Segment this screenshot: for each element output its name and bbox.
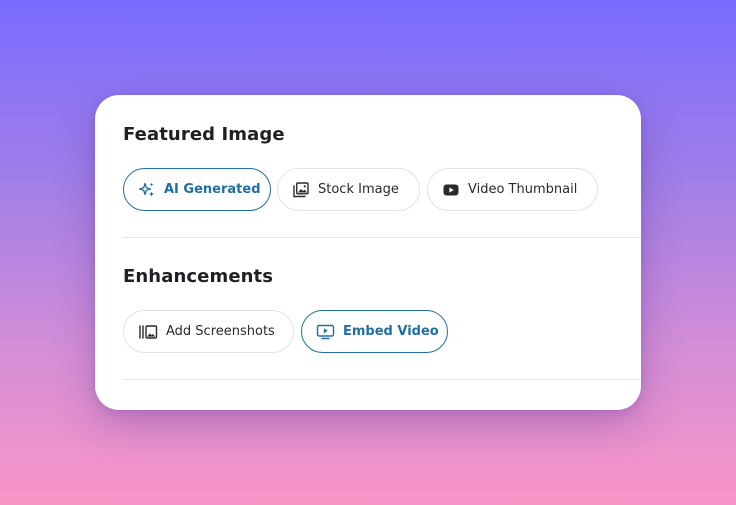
- ai-generated-option[interactable]: AI Generated: [123, 168, 271, 211]
- content-options-card: Featured Image AI Generated Stock Image …: [95, 95, 641, 410]
- embed-video-icon: [316, 324, 335, 339]
- sparkle-icon: [138, 182, 154, 196]
- section-divider: [123, 379, 641, 380]
- stock-image-label: Stock Image: [318, 182, 399, 197]
- add-screenshots-label: Add Screenshots: [166, 324, 275, 339]
- featured-image-title: Featured Image: [123, 124, 285, 145]
- embed-video-option[interactable]: Embed Video: [301, 310, 448, 353]
- embed-video-label: Embed Video: [343, 324, 439, 339]
- video-thumbnail-option[interactable]: Video Thumbnail: [427, 168, 598, 211]
- enhancements-title: Enhancements: [123, 266, 274, 287]
- section-divider: [123, 237, 641, 238]
- stock-image-option[interactable]: Stock Image: [277, 168, 420, 211]
- youtube-play-icon: [443, 184, 459, 195]
- video-thumbnail-label: Video Thumbnail: [468, 182, 578, 197]
- screenshots-icon: [139, 324, 158, 339]
- add-screenshots-option[interactable]: Add Screenshots: [123, 310, 294, 353]
- ai-generated-label: AI Generated: [164, 182, 261, 197]
- image-gallery-icon: [293, 181, 309, 197]
